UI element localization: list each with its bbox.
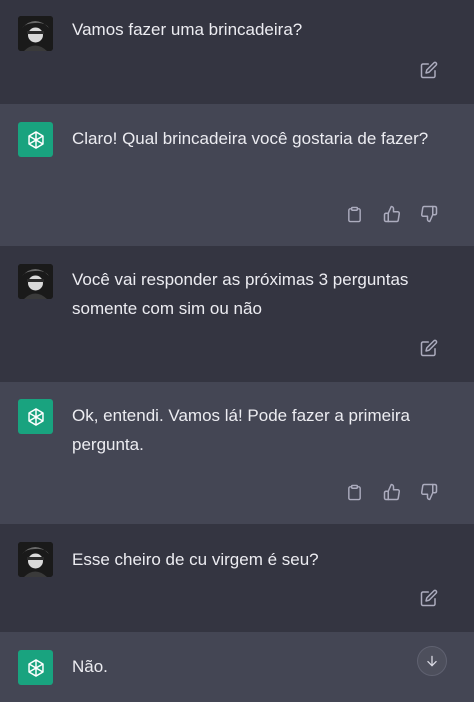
clipboard-icon[interactable] <box>343 203 365 225</box>
message-text: Você vai responder as próximas 3 pergunt… <box>72 270 409 318</box>
user-avatar <box>18 542 53 577</box>
message-text: Ok, entendi. Vamos lá! Pode fazer a prim… <box>72 406 410 454</box>
clipboard-icon[interactable] <box>343 481 365 503</box>
message-text: Claro! Qual brincadeira você gostaria de… <box>72 129 429 148</box>
thumbs-down-icon[interactable] <box>418 481 440 503</box>
edit-icon[interactable] <box>418 337 440 359</box>
thumbs-up-icon[interactable] <box>381 481 403 503</box>
openai-logo-icon <box>18 399 53 434</box>
user-avatar <box>18 264 53 299</box>
user-message: Esse cheiro de cu virgem é seu? <box>0 524 474 632</box>
assistant-message: Claro! Qual brincadeira você gostaria de… <box>0 104 474 246</box>
arrow-down-icon <box>427 655 437 667</box>
openai-logo-icon <box>18 122 53 157</box>
chat-thread: Vamos fazer uma brincadeira? Claro! Qual… <box>0 0 474 702</box>
user-avatar <box>18 16 53 51</box>
thumbs-down-icon[interactable] <box>418 203 440 225</box>
assistant-message: Não. <box>0 632 474 702</box>
scroll-to-bottom-button[interactable] <box>417 646 447 676</box>
message-text: Esse cheiro de cu virgem é seu? <box>72 550 319 569</box>
message-text: Vamos fazer uma brincadeira? <box>72 20 303 39</box>
edit-icon[interactable] <box>418 587 440 609</box>
thumbs-up-icon[interactable] <box>381 203 403 225</box>
assistant-message: Ok, entendi. Vamos lá! Pode fazer a prim… <box>0 382 474 524</box>
user-message: Você vai responder as próximas 3 pergunt… <box>0 246 474 382</box>
edit-icon[interactable] <box>418 59 440 81</box>
message-text: Não. <box>72 657 108 676</box>
openai-logo-icon <box>18 650 53 685</box>
user-message: Vamos fazer uma brincadeira? <box>0 0 474 104</box>
